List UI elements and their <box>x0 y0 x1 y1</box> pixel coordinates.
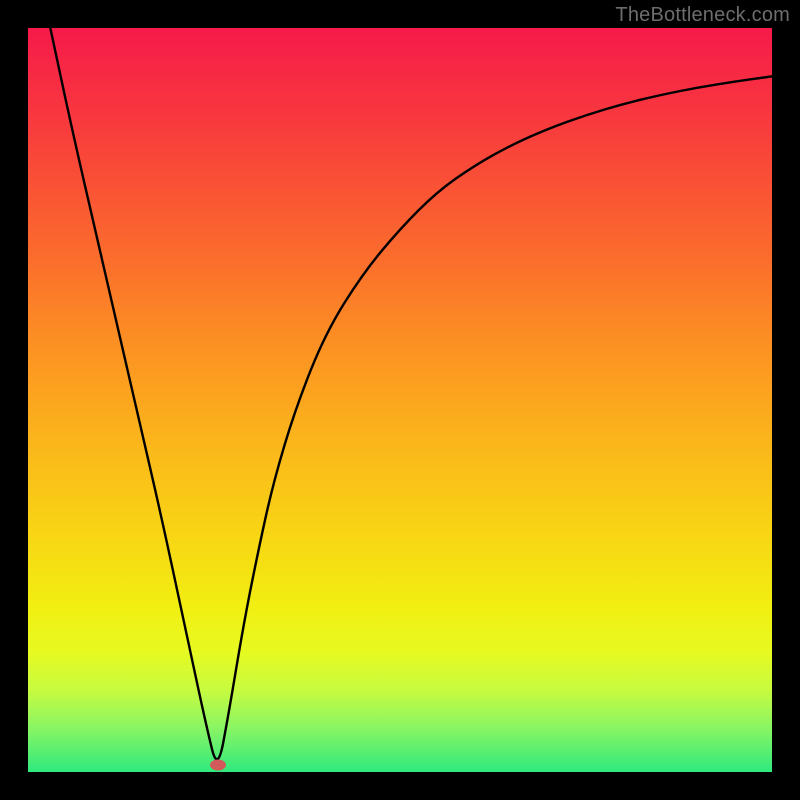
plot-area <box>28 28 772 772</box>
chart-frame: TheBottleneck.com <box>0 0 800 800</box>
bottleneck-curve <box>28 28 772 772</box>
optimal-point-marker <box>210 759 226 770</box>
watermark-text: TheBottleneck.com <box>615 4 790 27</box>
